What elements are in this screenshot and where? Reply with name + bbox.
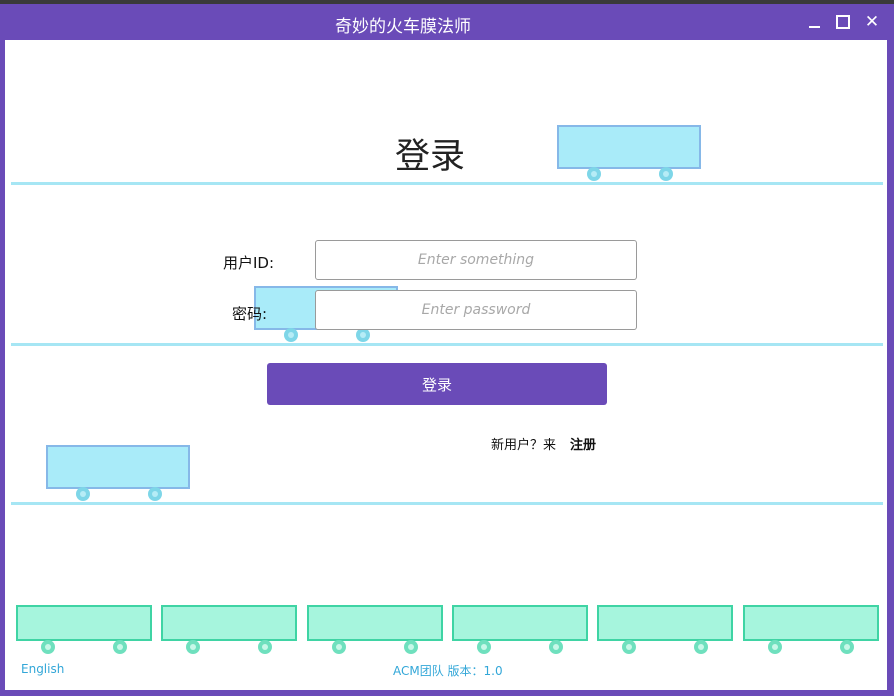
wheel-icon [258,640,272,654]
train-cart-icon [557,125,701,181]
green-cart-icon [16,605,152,654]
maximize-button[interactable] [833,12,853,32]
wheel-icon [76,487,90,501]
login-button[interactable]: 登录 [267,363,607,405]
green-cart-icon [743,605,879,654]
wheel-icon [694,640,708,654]
green-cart-icon [161,605,297,654]
wheel-icon [404,640,418,654]
wheel-icon [659,167,673,181]
password-label: 密码: [232,305,268,323]
wheel-icon [840,640,854,654]
minimize-button[interactable] [804,12,824,32]
language-link[interactable]: English [21,662,64,676]
rail-track [11,502,883,505]
wheel-icon [622,640,636,654]
wheel-icon [549,640,563,654]
title-bar[interactable]: 奇妙的火车膜法师 ✕ [0,4,894,40]
train-cart-icon [46,445,190,501]
green-cart-icon [597,605,733,654]
close-button[interactable]: ✕ [862,12,882,32]
window-title: 奇妙的火车膜法师 [335,17,471,37]
register-link[interactable]: 注册 [570,438,596,453]
wheel-icon [148,487,162,501]
wheel-icon [587,167,601,181]
register-prompt-text: 新用户？来 [491,438,557,453]
wheel-icon [186,640,200,654]
wheel-icon [41,640,55,654]
password-input[interactable] [315,290,637,330]
green-cart-icon [452,605,588,654]
wheel-icon [113,640,127,654]
wheel-icon [284,328,298,342]
wheel-icon [356,328,370,342]
wheel-icon [477,640,491,654]
user-id-input[interactable] [315,240,637,280]
rail-track [11,182,883,185]
maximize-icon [836,15,850,29]
version-text: ACM团队 版本：1.0 [393,664,503,678]
user-id-label: 用户ID: [223,254,275,272]
register-prompt: 新用户？来 注册 [491,434,596,453]
green-cart-icon [307,605,443,654]
login-heading: 登录 [395,137,466,177]
rail-track [11,343,883,346]
wheel-icon [332,640,346,654]
main-content: 登录 用户ID: 密码: 登录 新用户？来注册 [5,40,887,690]
close-icon: ✕ [864,11,880,32]
wheel-icon [768,640,782,654]
app-window: 奇妙的火车膜法师 ✕ 登录 用户ID: Enter something 密码: … [0,4,894,696]
minimize-icon [808,26,820,28]
